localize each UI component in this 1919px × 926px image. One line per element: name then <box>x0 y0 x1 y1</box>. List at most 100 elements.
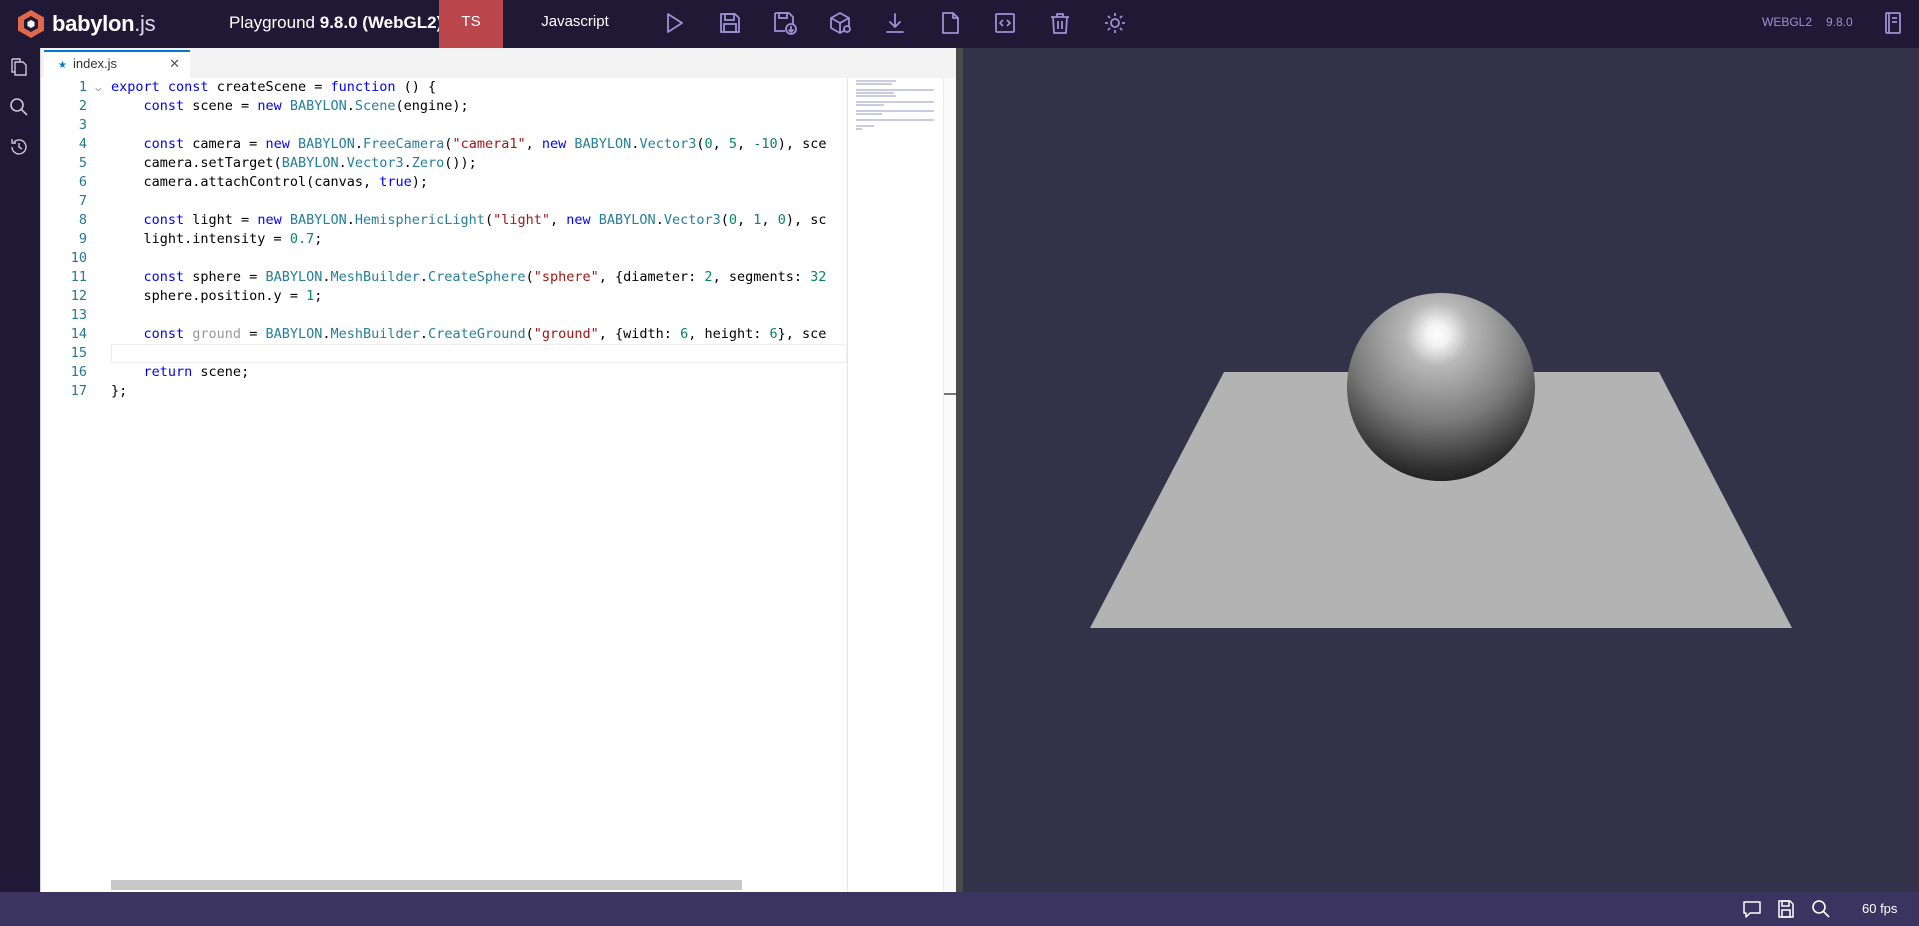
playground-label: Playground <box>229 13 316 32</box>
logo-main: babylon <box>52 11 135 36</box>
fold-chevron-icon[interactable]: ⌵ <box>95 78 102 97</box>
vertical-scrollbar[interactable] <box>943 78 957 892</box>
line-number: 2 <box>78 98 87 114</box>
code-line: return scene; <box>143 364 250 380</box>
line-number: 9 <box>78 231 87 247</box>
settings-button[interactable] <box>1101 9 1129 37</box>
inspector-search-button[interactable] <box>1810 898 1832 920</box>
code-minimap[interactable] <box>847 78 943 892</box>
format-code-button[interactable] <box>991 9 1019 37</box>
pane-splitter[interactable] <box>956 48 963 892</box>
left-rail <box>0 48 40 892</box>
examples-button[interactable] <box>1879 9 1907 37</box>
logo-ext: .js <box>134 11 156 36</box>
new-file-icon <box>942 12 959 34</box>
fps-counter: 60 fps <box>1862 901 1898 916</box>
save-as-icon <box>774 12 797 35</box>
code-editor: ★ index.js ✕ 1 2 3 4 5 6 7 8 9 10 11 12 1… <box>40 48 957 892</box>
line-number: 14 <box>70 326 87 342</box>
inspector-button[interactable] <box>826 9 854 37</box>
line-number: 15 <box>70 345 87 361</box>
line-number: 6 <box>78 174 87 190</box>
line-number: 17 <box>70 383 87 399</box>
feedback-button[interactable] <box>1741 898 1763 920</box>
line-number: 13 <box>70 307 87 323</box>
clear-button[interactable] <box>1046 9 1074 37</box>
file-tab-index-js[interactable]: ★ index.js ✕ <box>44 50 190 78</box>
javascript-language-button[interactable]: Javascript <box>503 0 647 48</box>
save-as-button[interactable] <box>771 9 799 37</box>
code-line: const camera = new BABYLON.FreeCamera("c… <box>143 136 827 152</box>
line-number: 11 <box>70 269 87 285</box>
code-lines: export const createScene = function () {… <box>111 78 847 401</box>
code-line: const scene = new BABYLON.Scene(engine); <box>143 98 469 114</box>
new-button[interactable] <box>936 9 964 37</box>
horizontal-scrollbar[interactable] <box>111 880 742 890</box>
cube-icon <box>830 12 851 34</box>
code-line: const light = new BABYLON.HemisphericLig… <box>143 212 827 228</box>
scrollbar-cursor-marker <box>944 393 956 395</box>
save-icon <box>1778 900 1794 918</box>
line-number: 7 <box>78 193 87 209</box>
line-number: 16 <box>70 364 87 380</box>
history-button[interactable] <box>8 136 30 158</box>
line-number-gutter: 1 2 3 4 5 6 7 8 9 10 11 12 13 14 15 16 1… <box>41 78 91 401</box>
line-number: 3 <box>78 117 87 133</box>
code-area[interactable]: 1 2 3 4 5 6 7 8 9 10 11 12 13 14 15 16 1… <box>41 78 847 892</box>
engine-label[interactable]: WEBGL2 <box>1762 0 1812 44</box>
metadata-button[interactable] <box>1775 898 1797 920</box>
search-icon <box>10 98 28 116</box>
editor-tab-strip: ★ index.js ✕ <box>41 48 957 78</box>
code-line: sphere.position.y = 1; <box>143 288 323 304</box>
code-line: }; <box>111 383 128 399</box>
files-icon <box>11 58 27 76</box>
chat-icon <box>1743 901 1761 918</box>
logo-text: babylon.js <box>52 11 156 37</box>
line-number: 12 <box>70 288 87 304</box>
line-number: 1 <box>78 79 87 95</box>
close-tab-icon[interactable]: ✕ <box>169 52 180 76</box>
ts-language-button[interactable]: TS <box>439 0 503 48</box>
download-button[interactable] <box>881 9 909 37</box>
code-line: export const createScene = function () { <box>111 79 437 95</box>
line-number: 4 <box>78 136 87 152</box>
code-line-current <box>111 344 847 363</box>
play-icon <box>667 13 683 33</box>
babylon-logo-icon <box>18 10 44 38</box>
scene-render <box>1090 293 1792 628</box>
save-button[interactable] <box>716 9 744 37</box>
code-line: camera.setTarget(BABYLON.Vector3.Zero())… <box>143 155 477 171</box>
line-number: 5 <box>78 155 87 171</box>
code-line: light.intensity = 0.7; <box>143 231 323 247</box>
line-number: 8 <box>78 212 87 228</box>
code-line: const sphere = BABYLON.MeshBuilder.Creat… <box>143 269 827 285</box>
gear-icon <box>1105 13 1125 33</box>
sphere-mesh <box>1347 293 1535 481</box>
save-icon <box>720 13 740 33</box>
book-icon <box>1885 12 1901 34</box>
search-icon <box>1812 900 1830 918</box>
code-line: const ground = BABYLON.MeshBuilder.Creat… <box>143 326 827 342</box>
babylon-logo[interactable]: babylon.js <box>16 4 156 44</box>
line-number: 10 <box>70 250 87 266</box>
trash-icon <box>1051 13 1069 34</box>
playground-title: Playground 9.8.0 (WebGL2) <box>229 0 442 48</box>
version-label[interactable]: 9.8.0 <box>1826 0 1853 44</box>
code-line: camera.attachControl(canvas, true); <box>143 174 428 190</box>
files-button[interactable] <box>8 56 30 78</box>
status-bar: 60 fps <box>0 892 1919 926</box>
history-icon <box>11 139 27 155</box>
render-canvas[interactable] <box>963 48 1919 892</box>
playground-version: 9.8.0 (WebGL2) <box>319 13 443 32</box>
run-button[interactable] <box>660 9 688 37</box>
js-file-icon: ★ <box>58 60 67 71</box>
file-tab-label: index.js <box>72 56 118 71</box>
search-button[interactable] <box>8 96 30 118</box>
code-icon <box>995 13 1015 33</box>
download-icon <box>886 13 904 33</box>
top-bar: babylon.js Playground 9.8.0 (WebGL2) TS … <box>0 0 1919 48</box>
